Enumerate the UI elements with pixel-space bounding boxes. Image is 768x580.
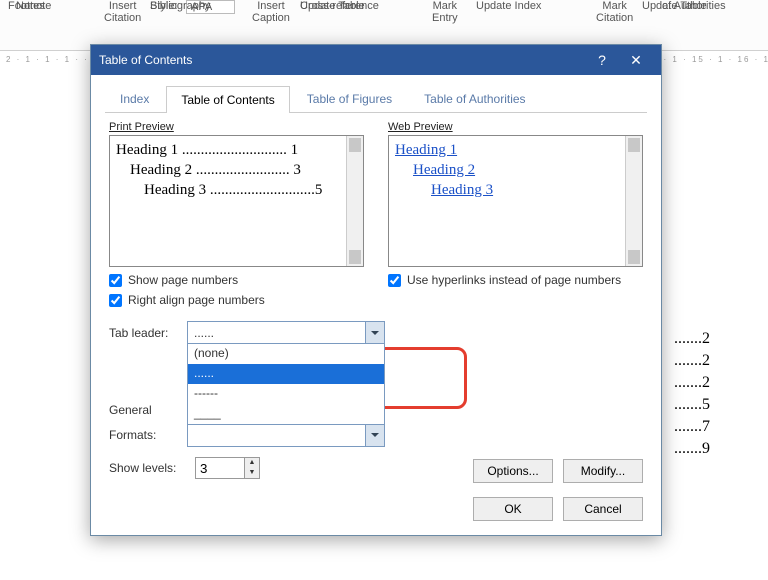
spinner-down-icon[interactable]: ▼ — [245, 468, 259, 478]
tab-leader-option-dashes[interactable]: ------ — [188, 384, 384, 404]
ribbon-update-index[interactable]: Update Index — [476, 0, 541, 12]
chevron-down-icon[interactable] — [365, 322, 384, 344]
tab-leader-label: Tab leader: — [109, 326, 187, 340]
dialog-titlebar: Table of Contents ? ✕ — [91, 45, 661, 75]
ribbon-authorities: of Authorities — [662, 0, 726, 12]
dialog-title: Table of Contents — [99, 53, 585, 67]
document-page-numbers: .......2.......2.......2 .......5.......… — [674, 328, 710, 460]
scrollbar[interactable] — [625, 136, 642, 266]
ok-button[interactable]: OK — [473, 497, 553, 521]
ribbon-bibliography[interactable]: Bibliography — [150, 0, 211, 12]
spinner-up-icon[interactable]: ▲ — [245, 458, 259, 468]
scrollbar[interactable] — [346, 136, 363, 266]
tab-toc[interactable]: Table of Contents — [166, 86, 289, 113]
right-align-checkbox[interactable]: Right align page numbers — [109, 293, 364, 307]
close-icon[interactable]: ✕ — [619, 52, 653, 69]
ribbon-cross-ref[interactable]: Cross-reference — [300, 0, 379, 12]
ribbon-notes: Notes — [16, 0, 45, 12]
tab-leader-option-dots[interactable]: ...... — [188, 364, 384, 384]
tab-leader-option-underline[interactable]: ____ — [188, 404, 384, 424]
tab-tof[interactable]: Table of Figures — [292, 85, 407, 112]
show-levels-spinner[interactable]: ▲▼ — [195, 457, 260, 479]
show-levels-input[interactable] — [195, 457, 245, 479]
modify-button[interactable]: Modify... — [563, 459, 643, 483]
formats-dropdown[interactable] — [187, 423, 385, 447]
chevron-down-icon[interactable] — [365, 424, 384, 446]
tab-leader-dropdown[interactable]: ...... — [187, 321, 385, 345]
cancel-button[interactable]: Cancel — [563, 497, 643, 521]
table-of-contents-dialog: Table of Contents ? ✕ Index Table of Con… — [90, 44, 662, 536]
show-page-numbers-checkbox[interactable]: Show page numbers — [109, 273, 364, 287]
options-button[interactable]: Options... — [473, 459, 553, 483]
use-hyperlinks-checkbox[interactable]: Use hyperlinks instead of page numbers — [388, 273, 643, 287]
ribbon-mark-entry[interactable]: Mark Entry — [432, 0, 458, 24]
tab-index[interactable]: Index — [105, 85, 164, 112]
ribbon-insert-caption[interactable]: Insert Caption — [252, 0, 290, 24]
tab-toa[interactable]: Table of Authorities — [409, 85, 540, 112]
print-preview-label: Print Preview — [109, 121, 174, 133]
tab-leader-dropdown-list: (none) ...... ------ ____ — [187, 343, 385, 425]
web-preview-box: Heading 1 Heading 2 Heading 3 — [388, 135, 643, 267]
help-icon[interactable]: ? — [585, 52, 619, 68]
formats-label: Formats: — [109, 428, 187, 442]
print-preview-box: Heading 1 ............................ 1… — [109, 135, 364, 267]
ribbon-mark-citation[interactable]: Mark Citation — [596, 0, 633, 24]
tab-leader-option-none[interactable]: (none) — [188, 344, 384, 364]
show-levels-label: Show levels: — [109, 461, 195, 475]
ribbon-insert-citation[interactable]: Insert Citation — [104, 0, 141, 24]
web-preview-label: Web Preview — [388, 121, 453, 133]
